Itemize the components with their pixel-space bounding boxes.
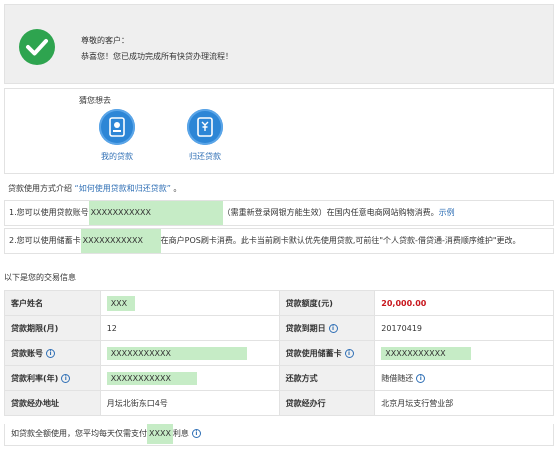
handling-branch-label: 贷款经办行 [278, 390, 376, 416]
info-icon[interactable]: i [416, 373, 426, 383]
loan-account-value: XXXXXXXXXXX [99, 340, 280, 366]
loan-account-label: 贷款账号 i [4, 340, 101, 366]
customer-name-value: XXX [99, 290, 280, 316]
footer-prefix: 如贷款全额使用，您平均每天仅需支付 [11, 429, 147, 438]
info-icon[interactable]: i [46, 348, 55, 358]
info-icon[interactable]: i [191, 429, 201, 438]
example-link[interactable]: 示例 [439, 208, 455, 217]
intro-prefix: 贷款使用方式介绍 [8, 184, 72, 193]
loan-amount-value: 20,000.00 [374, 290, 554, 316]
note-2-prefix: 2.您可以使用储蓄卡 [9, 236, 81, 245]
success-message: 恭喜您！您已成功完成所有快贷办理流程！ [81, 52, 233, 61]
my-loan-icon [99, 109, 135, 145]
debit-card-value: XXXXXXXXXXX [374, 340, 554, 366]
branch-address-label: 贷款经办地址 [4, 390, 101, 416]
transaction-title: 以下是您的交易信息 [4, 273, 76, 282]
info-icon[interactable]: i [61, 373, 71, 383]
loan-account-masked: XXXXXXXXXXX [88, 201, 223, 225]
info-icon[interactable]: i [344, 348, 354, 358]
success-panel: 尊敬的客户： 恭喜您！您已成功完成所有快贷办理流程！ [4, 4, 554, 84]
table-row: 贷款利率(年) i XXXXXXXXXXX 还款方式 随借随还 i [4, 365, 554, 391]
note-loan-account: 1.您可以使用贷款账号 XXXXXXXXXXX （需重新登录网银方能生效）在国内任意… [4, 200, 554, 226]
repay-loan-label: 归还贷款 [189, 152, 221, 161]
usage-intro: 贷款使用方式介绍 “如何使用贷款和归还贷款” 。 [4, 180, 554, 198]
repayment-method-value: 随借随还 i [374, 365, 554, 391]
table-row: 贷款期限(月) 12 贷款到期日 i 20170419 [4, 315, 554, 341]
daily-interest-masked: XXXX [147, 424, 173, 444]
transaction-table: 客户姓名 XXX 贷款额度(元) 20,000.00 贷款期限(月) 12 贷款… [4, 290, 554, 416]
note-2-suffix: 在商户POS刷卡消费。此卡当前刷卡默认优先使用贷款,可前往"个人贷款-借贷通-消… [160, 236, 521, 245]
repayment-method-label: 还款方式 [278, 365, 376, 391]
info-icon[interactable]: i [328, 323, 338, 333]
customer-name-label: 客户姓名 [4, 290, 101, 316]
due-date-value: 20170419 [374, 315, 554, 341]
daily-interest-note: 如贷款全额使用，您平均每天仅需支付 XXXX 利息 i [4, 424, 554, 446]
branch-address-value: 月坛北街东口4号 [99, 390, 280, 416]
footer-suffix: 利息 [172, 429, 189, 438]
note-1-suffix: （需重新登录网银方能生效）在国内任意电商网站购物消费。 [222, 208, 439, 217]
greeting-text: 尊敬的客户： [81, 36, 129, 45]
loan-amount-label: 贷款额度(元) [278, 290, 376, 316]
intro-link[interactable]: “如何使用贷款和归还贷款” [75, 184, 171, 193]
my-loan-shortcut[interactable]: 我的贷款 [87, 109, 147, 162]
interest-rate-label: 贷款利率(年) i [4, 365, 101, 391]
debit-card-label: 贷款使用储蓄卡 i [278, 340, 376, 366]
intro-suffix: 。 [173, 184, 182, 193]
loan-term-label: 贷款期限(月) [4, 315, 101, 341]
handling-branch-value: 北京月坛支行营业部 [374, 390, 554, 416]
check-circle-icon [19, 29, 55, 65]
loan-term-value: 12 [99, 315, 280, 341]
due-date-label: 贷款到期日 i [278, 315, 376, 341]
note-debit-card: 2.您可以使用储蓄卡 XXXXXXXXXXX 在商户POS刷卡消费。此卡当前刷卡默认… [4, 228, 554, 254]
guess-panel: 猜您想去 我的贷款 归还贷款 [4, 88, 554, 174]
table-row: 贷款经办地址 月坛北街东口4号 贷款经办行 北京月坛支行营业部 [4, 390, 554, 416]
table-row: 贷款账号 i XXXXXXXXXXX 贷款使用储蓄卡 i XXXXXXXXXXX [4, 340, 554, 366]
note-1-prefix: 1.您可以使用贷款账号 [9, 208, 89, 217]
repay-loan-shortcut[interactable]: 归还贷款 [175, 109, 235, 162]
my-loan-label: 我的贷款 [101, 152, 133, 161]
repay-loan-icon [187, 109, 223, 145]
interest-rate-value: XXXXXXXXXXX [99, 365, 280, 391]
guess-title: 猜您想去 [79, 96, 111, 105]
debit-card-masked: XXXXXXXXXXX [80, 229, 161, 253]
table-row: 客户姓名 XXX 贷款额度(元) 20,000.00 [4, 290, 554, 316]
